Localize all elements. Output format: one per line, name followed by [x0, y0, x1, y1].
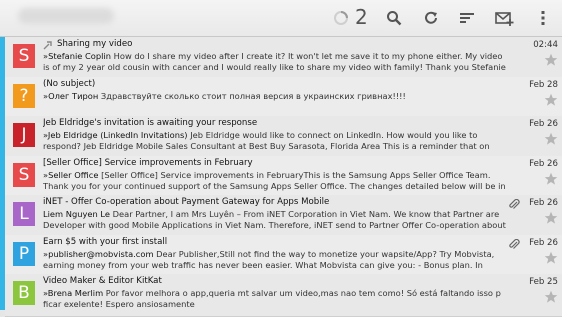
compose-button[interactable]: [491, 4, 519, 32]
message-sender: »publisher@mobvista.com: [43, 248, 154, 259]
refresh-button[interactable]: [417, 4, 445, 32]
message-sender: »Stefanie Coplin: [43, 51, 112, 61]
message-date: Feb 26: [529, 237, 558, 248]
refresh-icon: [425, 11, 437, 24]
message-subject: iNET - Offer Co-operation about Payment …: [43, 197, 330, 207]
message-preview: »Brena Merlim Por favor melhora o app,qu…: [43, 288, 511, 312]
message-snippet: [Seller Office] Service improvements in …: [43, 169, 506, 194]
message-snippet: Por favor melhora o app,queria mt salvar…: [43, 288, 501, 309]
star-icon[interactable]: [544, 251, 558, 265]
message-snippet: Здравствуйте сколько стоит полная версия…: [100, 90, 406, 101]
message-row[interactable]: P Earn $5 with your first install »publish…: [5, 234, 562, 278]
search-icon: [387, 11, 402, 26]
message-subject: Earn $5 with your first install: [43, 236, 168, 247]
sender-avatar: B: [13, 281, 35, 305]
sort-button[interactable]: [453, 4, 481, 32]
message-preview: »publisher@mobvista.com Dear Publisher,S…: [43, 249, 511, 273]
message-date: Feb 25: [529, 277, 558, 287]
search-button[interactable]: [380, 4, 408, 32]
star-icon[interactable]: [544, 132, 558, 146]
message-row[interactable]: LiNET - Offer Co-operation about Payment…: [5, 195, 562, 238]
message-sender: »Олег Тирон: [43, 90, 99, 101]
account-title-blurred: [18, 8, 114, 24]
message-list: S Sharing my video »Stefanie Coplin How do…: [0, 37, 562, 317]
message-date: Feb 28: [529, 79, 558, 90]
sender-avatar: ?: [13, 83, 35, 108]
sort-icon: [460, 13, 474, 23]
message-preview: »Seller Office [Seller Office] Service i…: [43, 170, 511, 194]
message-row[interactable]: ? (No subject) »Олег Тирон Здравствуйте ск…: [5, 76, 562, 120]
star-icon[interactable]: [544, 53, 558, 67]
sync-spinner-icon: [334, 11, 348, 25]
overflow-menu-icon: [541, 11, 545, 25]
attachment-icon: [509, 238, 520, 249]
message-row[interactable]: S Sharing my video »Stefanie Coplin How do…: [5, 37, 562, 80]
message-subject: (No subject): [43, 78, 96, 89]
sender-avatar: L: [13, 202, 35, 226]
forwarded-icon: [43, 41, 52, 50]
message-date: Feb 26: [529, 158, 558, 169]
message-subject: Jeb Eldridge's invitation is awaiting yo…: [43, 118, 258, 128]
message-snippet: How do I share my video after I create i…: [43, 51, 506, 75]
message-subject: [Seller Office] Service improvements in …: [43, 157, 253, 168]
star-icon[interactable]: [544, 172, 558, 186]
sender-avatar: P: [13, 241, 35, 266]
message-date: Feb 26: [529, 119, 558, 129]
message-sender: »Seller Office: [43, 169, 99, 180]
message-sender: »Jeb Eldridge (LinkedIn Invitations): [43, 130, 188, 140]
message-date: 02:44: [533, 40, 558, 50]
compose-mail-icon: [495, 12, 514, 26]
attachment-icon: [509, 199, 520, 209]
message-subject: Sharing my video: [57, 39, 133, 49]
message-row[interactable]: J Jeb Eldridge's invitation is awaiting y…: [5, 116, 562, 159]
message-sender: Liem Nguyen Le: [43, 209, 110, 219]
message-snippet: Dear Partner, I am Mrs Luyên – From iNET…: [43, 209, 506, 233]
sender-avatar: S: [13, 162, 35, 187]
message-row[interactable]: B Video Maker & Editor KitKat »Brena Merli…: [5, 274, 562, 317]
message-preview: »Олег Тирон Здравствуйте сколько стоит п…: [43, 91, 511, 115]
overflow-menu-button[interactable]: [529, 4, 557, 32]
star-icon[interactable]: [544, 290, 558, 304]
message-preview: »Stefanie Coplin How do I share my video…: [43, 51, 511, 75]
message-sender: »Brena Merlim: [43, 288, 104, 298]
action-bar: 2: [0, 0, 562, 37]
message-preview: »Jeb Eldridge (LinkedIn Invitations) Jeb…: [43, 130, 511, 154]
message-preview: Liem Nguyen Le Dear Partner, I am Mrs Lu…: [43, 209, 511, 233]
message-date: Feb 26: [529, 198, 558, 208]
sender-avatar: J: [13, 123, 35, 147]
message-row[interactable]: S [Seller Office] Service improvements in…: [5, 155, 562, 199]
sync-count: 2: [355, 5, 368, 29]
star-icon[interactable]: [544, 93, 558, 107]
star-icon[interactable]: [544, 211, 558, 225]
sender-avatar: S: [13, 44, 35, 68]
message-subject: Video Maker & Editor KitKat: [43, 276, 162, 286]
